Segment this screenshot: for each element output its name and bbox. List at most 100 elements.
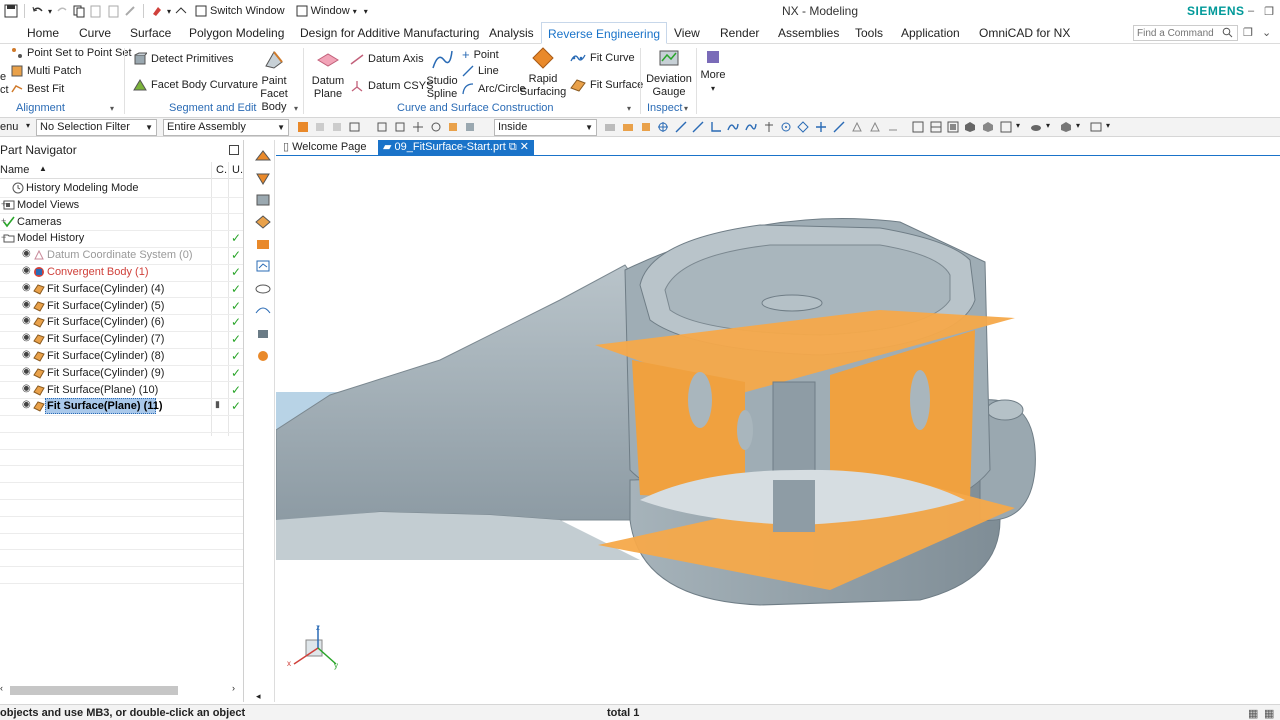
tab-application[interactable]: Application — [901, 22, 960, 44]
snap-icon[interactable] — [447, 121, 459, 133]
roles-icon[interactable] — [254, 326, 272, 342]
datum-axis-button[interactable]: Datum Axis — [350, 53, 424, 65]
selection-mode-select[interactable]: Inside ▼ — [494, 119, 597, 136]
select-tool-icon[interactable] — [331, 121, 343, 133]
visibility-eye-icon[interactable]: ◉ — [22, 282, 31, 293]
best-fit-button[interactable]: Best Fit — [11, 83, 64, 95]
undo-icon[interactable] — [31, 4, 45, 18]
snap-face-icon[interactable] — [851, 121, 863, 133]
render-style-icon[interactable] — [1060, 121, 1072, 133]
studio-spline-button[interactable]: Studio Spline — [426, 48, 458, 101]
grid-icon[interactable]: ▦ — [1264, 707, 1274, 720]
redo-icon[interactable] — [55, 4, 69, 18]
snap-curve-icon[interactable] — [833, 121, 845, 133]
fit-curve-button[interactable]: Fit Curve — [570, 52, 635, 64]
graphics-window[interactable]: z x y — [276, 156, 1280, 702]
view-icon[interactable] — [947, 121, 959, 133]
visibility-eye-icon[interactable]: ◉ — [22, 265, 31, 276]
chevron-down-icon[interactable]: ▾ — [364, 7, 368, 16]
collapse-left-icon[interactable]: ◂ — [256, 691, 261, 702]
model-viewport[interactable]: z x y — [276, 156, 1280, 702]
row-model-history[interactable]: − Model History ✓ — [0, 230, 243, 247]
paint-facet-body-button[interactable]: Paint Facet Body — [249, 48, 299, 114]
maximize-icon[interactable] — [229, 145, 239, 155]
tab-home[interactable]: Home — [27, 22, 59, 44]
visibility-eye-icon[interactable]: ◉ — [22, 349, 31, 360]
row-fit-surface-cylinder-4[interactable]: ◉ Fit Surface(Cylinder) (4) ✓ — [0, 281, 243, 298]
tab-reverse-engineering[interactable]: Reverse Engineering — [541, 22, 668, 44]
row-model-views[interactable]: + Model Views — [0, 197, 243, 214]
snap-icon[interactable] — [376, 121, 388, 133]
row-fit-surface-plane-11[interactable]: ◉ Fit Surface(Plane) (11) ▮ ✓ — [0, 398, 243, 415]
snap-icon[interactable] — [394, 121, 406, 133]
visibility-eye-icon[interactable]: ◉ — [22, 315, 31, 326]
expand-ribbon-icon[interactable]: ⌄ — [1262, 26, 1271, 39]
tab-polygon-modeling[interactable]: Polygon Modeling — [189, 22, 284, 44]
tab-tools[interactable]: Tools — [855, 22, 883, 44]
close-icon[interactable]: ✕ — [520, 141, 529, 153]
row-cameras[interactable]: + Cameras — [0, 214, 243, 231]
shaded-view-icon[interactable] — [982, 121, 994, 133]
touch-mode-icon[interactable] — [174, 4, 188, 18]
snap-corner-icon[interactable] — [710, 121, 722, 133]
multi-patch-button[interactable]: Multi Patch — [11, 65, 81, 77]
history-icon[interactable] — [254, 281, 272, 297]
line-button[interactable]: Line — [462, 65, 499, 77]
layer-icon[interactable] — [1090, 121, 1102, 133]
sort-up-icon[interactable]: ▲ — [39, 164, 47, 173]
fit-view-icon[interactable] — [1000, 121, 1012, 133]
snap-intersection-icon[interactable] — [815, 121, 827, 133]
scroll-right-icon[interactable]: › — [232, 683, 235, 693]
repeat-command-icon[interactable] — [123, 4, 137, 18]
tab-render[interactable]: Render — [720, 22, 759, 44]
visibility-eye-icon[interactable]: ◉ — [22, 383, 31, 394]
tab-welcome-page[interactable]: ▯ Welcome Page — [278, 140, 372, 155]
snap-face-icon[interactable] — [869, 121, 881, 133]
selection-scope-select[interactable]: Entire Assembly ▼ — [163, 119, 289, 136]
chevron-down-icon[interactable]: ▾ — [1046, 121, 1050, 130]
assembly-navigator-icon[interactable] — [254, 148, 272, 164]
select-tool-icon[interactable] — [349, 121, 361, 133]
chevron-down-icon[interactable]: ▾ — [627, 104, 631, 113]
more-button[interactable]: More ▾ — [699, 48, 727, 95]
row-datum-coordinate-system[interactable]: ◉ Datum Coordinate System (0) ✓ — [0, 247, 243, 264]
tab-part-file[interactable]: ▰ 09_FitSurface-Start.prt ⧉ ✕ — [378, 140, 535, 155]
snap-line-icon[interactable] — [692, 121, 704, 133]
rapid-surfacing-button[interactable]: Rapid Surfacing — [520, 46, 566, 99]
hd3d-tools-icon[interactable] — [254, 236, 272, 252]
point-button[interactable]: + Point — [462, 47, 499, 62]
snap-point-icon[interactable] — [657, 121, 669, 133]
visibility-eye-icon[interactable]: ◉ — [22, 299, 31, 310]
row-convergent-body[interactable]: ◉ Convergent Body (1) ✓ — [0, 264, 243, 281]
reuse-library-icon[interactable] — [254, 214, 272, 230]
chevron-down-icon[interactable]: ▾ — [1016, 121, 1020, 130]
restore-icon[interactable]: ❐ — [1264, 5, 1274, 18]
save-icon[interactable] — [4, 4, 18, 18]
snap-icon[interactable] — [430, 121, 442, 133]
system-scenes-icon[interactable] — [254, 348, 272, 364]
column-header-u[interactable]: U. — [232, 164, 243, 176]
arc-circle-button[interactable]: Arc/Circle — [462, 83, 526, 95]
tab-design-for-additive-manufacturing[interactable]: Design for Additive Manufacturing — [300, 22, 479, 44]
restore-ribbon-icon[interactable]: ❐ — [1243, 26, 1253, 39]
datum-plane-button[interactable]: Datum Plane — [310, 48, 346, 101]
facet-body-curvature-button[interactable]: Facet Body Curvature — [133, 78, 258, 92]
snap-line-icon[interactable] — [675, 121, 687, 133]
process-studio-icon[interactable] — [254, 303, 272, 319]
row-fit-surface-cylinder-5[interactable]: ◉ Fit Surface(Cylinder) (5) ✓ — [0, 298, 243, 315]
switch-window-button[interactable]: Switch Window — [191, 4, 289, 18]
select-tool-icon[interactable] — [297, 121, 309, 133]
row-fit-surface-plane-10[interactable]: ◉ Fit Surface(Plane) (10) ✓ — [0, 382, 243, 399]
row-fit-surface-cylinder-7[interactable]: ◉ Fit Surface(Cylinder) (7) ✓ — [0, 331, 243, 348]
shaded-view-icon[interactable] — [964, 121, 976, 133]
snap-center-icon[interactable] — [780, 121, 792, 133]
converged-body-boss[interactable] — [986, 399, 1024, 421]
selection-filter-select[interactable]: No Selection Filter ▼ — [36, 119, 157, 136]
fit-surface-button[interactable]: Fit Surface — [570, 78, 643, 92]
tab-assemblies[interactable]: Assemblies — [778, 22, 839, 44]
tab-omnicad-for-nx[interactable]: OmniCAD for NX — [979, 22, 1070, 44]
menu-button-cut[interactable]: enu — [0, 121, 18, 133]
column-header-c[interactable]: C. — [216, 164, 227, 176]
chevron-down-icon[interactable]: ▾ — [167, 7, 171, 16]
snap-face-icon[interactable] — [887, 121, 899, 133]
